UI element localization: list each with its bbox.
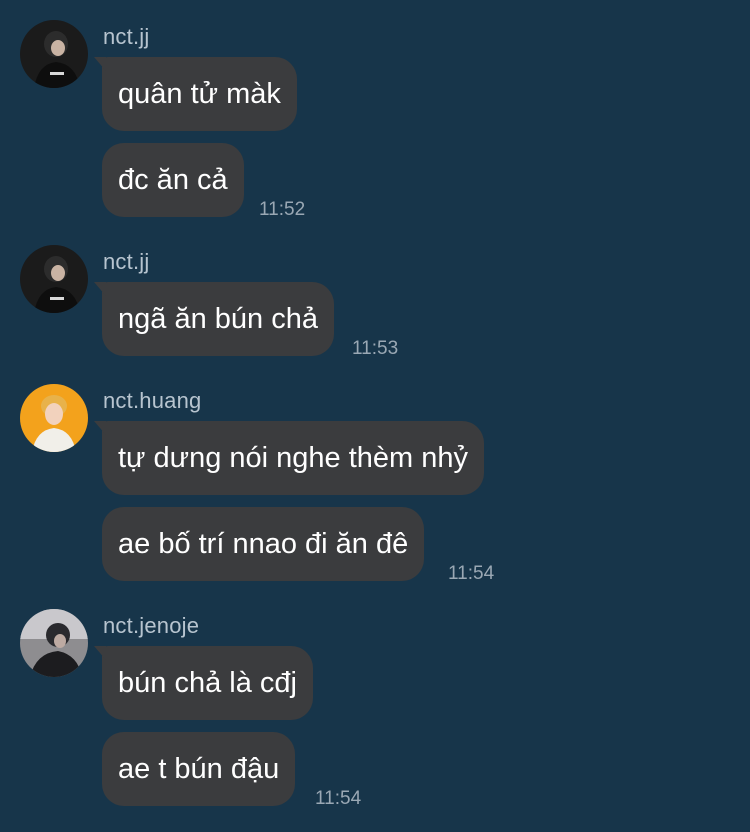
message-bubble[interactable]: đc ăn cả: [102, 143, 244, 217]
sender-name: nct.jj: [103, 24, 150, 49]
message-bubble[interactable]: ae t bún đậu: [102, 732, 296, 806]
sender-name: nct.jenoje: [103, 613, 200, 638]
message-bubble[interactable]: tự dưng nói nghe thèm nhỷ: [94, 421, 484, 495]
avatar[interactable]: [20, 20, 88, 88]
message-timestamp: 11:54: [315, 788, 362, 809]
message-timestamp: 11:52: [259, 199, 306, 220]
message-bubble[interactable]: ae bố trí nnao đi ăn đê: [102, 507, 425, 581]
avatar[interactable]: [20, 384, 88, 452]
chat-thread: nct.jj quân tử màk đc ăn cả 11:52 nct.jj…: [0, 0, 750, 832]
sender-name: nct.jj: [103, 249, 150, 274]
message-bubble[interactable]: quân tử màk: [94, 57, 297, 131]
avatar-jj-image: [20, 245, 88, 313]
avatar[interactable]: [20, 245, 88, 313]
avatar-jj-image: [20, 20, 88, 88]
avatar-jenoje-image: [20, 609, 88, 677]
message-bubble[interactable]: bún chả là cđj: [94, 646, 313, 720]
avatar[interactable]: [20, 609, 88, 677]
avatar-huang-image: [20, 384, 88, 452]
sender-name: nct.huang: [103, 388, 202, 413]
message-timestamp: 11:54: [448, 563, 495, 584]
message-timestamp: 11:53: [352, 338, 399, 359]
message-bubble[interactable]: ngã ăn bún chả: [94, 282, 334, 356]
